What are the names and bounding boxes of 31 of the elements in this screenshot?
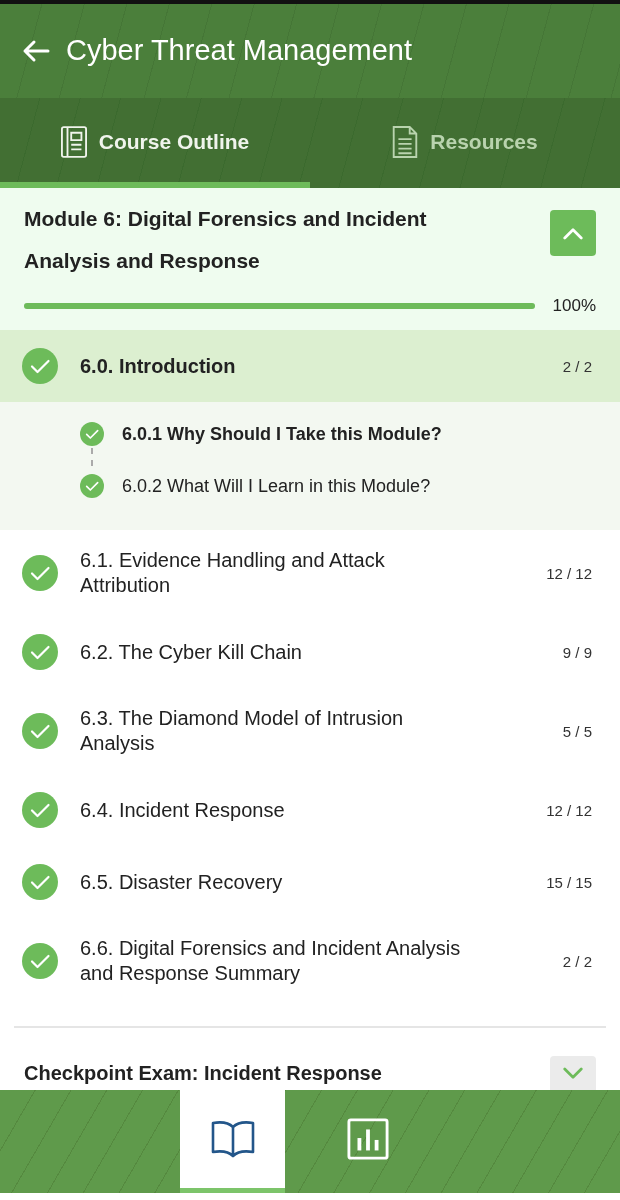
lesson-row[interactable]: 6.0. Introduction 2 / 2 — [0, 330, 620, 403]
course-title: Cyber Threat Management — [66, 34, 413, 68]
lesson-count: 2 / 2 — [562, 357, 592, 375]
lesson-count: 15 / 15 — [546, 873, 592, 891]
chevron-up-icon — [562, 226, 584, 240]
bar-chart-icon — [345, 1118, 390, 1160]
lesson-count: 2 / 2 — [562, 952, 592, 970]
nav-tab[interactable] — [180, 1090, 285, 1193]
collapse-button[interactable] — [550, 210, 596, 257]
lesson-title: 6.6. Digital Forensics and Incident Analysis and Response Summary — [80, 936, 462, 987]
lesson-count: 5 / 5 — [562, 722, 592, 740]
topic-item[interactable]: 6.0.2 What Will I Learn in this Module? — [80, 464, 620, 517]
document-icon — [392, 126, 419, 159]
lesson-title: 6.1. Evidence Handling and Attack Attribution — [80, 548, 386, 599]
back-arrow-icon[interactable] — [22, 38, 50, 63]
lesson-title: 6.4. Incident Response — [80, 797, 286, 823]
tab[interactable]: Resources — [310, 97, 620, 189]
notebook-icon — [60, 126, 87, 159]
lesson-title: 6.3. The Diamond Model of Intrusion Analysis — [80, 706, 405, 757]
module-title: Checkpoint Exam: Incident Response — [24, 1061, 382, 1085]
book-icon — [210, 1118, 255, 1160]
lesson-count: 12 / 12 — [546, 564, 592, 582]
lesson-count: 12 / 12 — [546, 801, 592, 819]
lesson-title: 6.5. Disaster Recovery — [80, 869, 284, 895]
lesson-title: 6.0. Introduction — [80, 353, 237, 379]
progress-percent: 100% — [552, 296, 596, 317]
chevron-down-icon — [562, 1066, 584, 1080]
module-title: Module 6: Digital Forensics and Incident Analysis and Response — [24, 206, 428, 275]
lesson-title: 6.2. The Cyber Kill Chain — [80, 639, 303, 665]
lesson-count: 9 / 9 — [562, 643, 592, 661]
topic-item[interactable]: 6.0.1 Why Should I Take this Module? — [80, 412, 620, 465]
